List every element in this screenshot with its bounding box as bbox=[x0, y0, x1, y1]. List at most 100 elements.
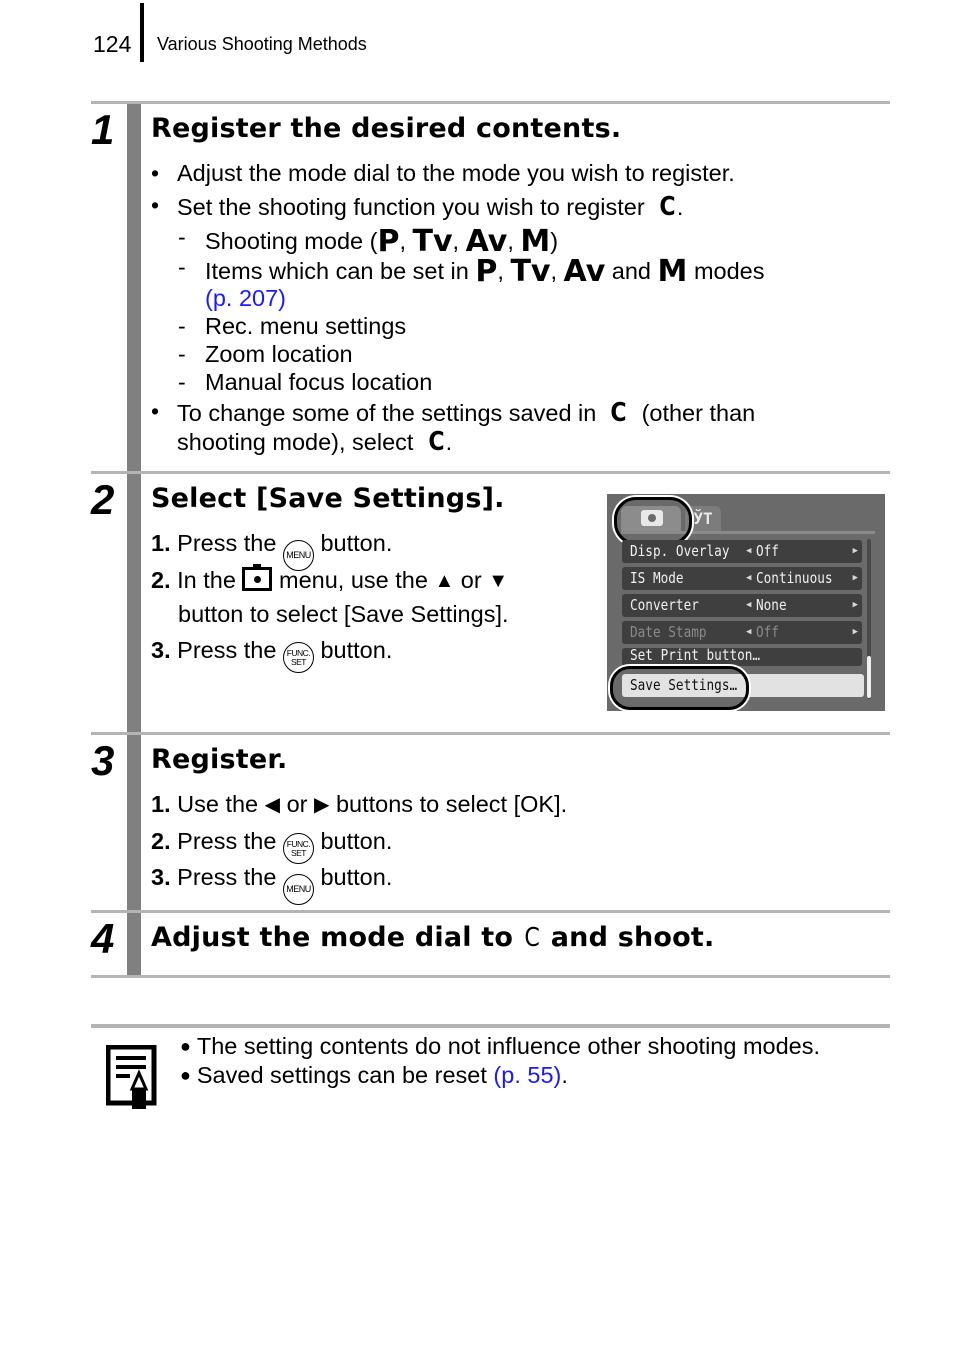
sub-item: Items which can be set in P, Tv, Av and … bbox=[205, 254, 764, 289]
page-number: 124 bbox=[93, 31, 132, 57]
menu-row[interactable]: Date Stamp ◀ Off ▶ bbox=[622, 621, 862, 644]
section-title: Various Shooting Methods bbox=[157, 34, 367, 54]
right-arrow-icon: ▶ bbox=[852, 573, 858, 583]
step-item: 1. Press the MENU button. bbox=[151, 530, 392, 571]
custom-mode-icon: C bbox=[610, 398, 628, 428]
note-item: ● Saved settings can be reset (p. 55). bbox=[180, 1062, 568, 1089]
text: or bbox=[286, 791, 308, 817]
step-number: 2 bbox=[91, 476, 114, 523]
page-link-55[interactable]: (p. 55) bbox=[493, 1062, 561, 1088]
menu-row[interactable]: Set Print button… bbox=[622, 648, 862, 666]
comma: , bbox=[497, 258, 504, 284]
menu-row-label: Set Print button… bbox=[630, 648, 761, 664]
note-divider bbox=[91, 1024, 890, 1028]
scrollbar-thumb[interactable] bbox=[867, 656, 871, 698]
text: and bbox=[611, 258, 652, 284]
text: . bbox=[676, 194, 684, 220]
note-item: ● The setting contents do not influence o… bbox=[180, 1033, 820, 1060]
menu-row[interactable]: Converter ◀ None ▶ bbox=[622, 594, 862, 617]
menu-row-value: Off bbox=[756, 623, 779, 641]
instruction-text: Adjust the mode dial to the mode you wis… bbox=[177, 160, 735, 186]
step-item: 3. Press the FUNC. SET button. bbox=[151, 637, 392, 673]
step-item: 1. Use the ◀ or ▶ buttons to select [OK]… bbox=[151, 791, 567, 818]
page-link-207[interactable]: (p. 207) bbox=[205, 285, 286, 312]
note-text: Saved settings can be reset bbox=[196, 1062, 494, 1088]
instruction-text: shooting mode), select C. bbox=[177, 427, 452, 457]
item-number: 2. bbox=[151, 567, 171, 593]
menu-row-value: None bbox=[756, 596, 787, 614]
header-divider bbox=[140, 3, 144, 62]
dash: - bbox=[178, 369, 186, 395]
text: and shoot. bbox=[550, 922, 715, 953]
text: (other than bbox=[641, 400, 756, 426]
bullet: • bbox=[151, 160, 160, 186]
menu-row-label: IS Mode bbox=[630, 569, 684, 587]
bullet: • bbox=[151, 398, 160, 424]
func-set-button-icon: FUNC. SET bbox=[282, 642, 314, 673]
text: Set the shooting function you wish to re… bbox=[177, 194, 645, 220]
text: menu, use the bbox=[279, 567, 428, 593]
text: To change some of the settings saved in bbox=[177, 400, 597, 426]
menu-row[interactable]: Disp. Overlay ◀ Off ▶ bbox=[622, 540, 862, 563]
text: ) bbox=[550, 228, 559, 254]
instruction-text: Set the shooting function you wish to re… bbox=[177, 192, 683, 222]
tools-icon: ЎТ bbox=[693, 509, 713, 528]
highlight-circle bbox=[614, 497, 692, 545]
step-item: 2. In the menu, use the ▲ or ▼ bbox=[151, 564, 509, 594]
custom-mode-icon: C bbox=[659, 192, 676, 222]
left-arrow-icon: ◀ bbox=[264, 794, 281, 816]
left-arrow-icon: ◀ bbox=[746, 573, 752, 583]
tv-mode-icon: Tv bbox=[510, 254, 551, 289]
step-title: Adjust the mode dial to C and shoot. bbox=[151, 922, 714, 953]
manual-mode-icon: M bbox=[657, 254, 688, 289]
text: Press the bbox=[177, 828, 277, 854]
right-arrow-icon: ▶ bbox=[852, 600, 858, 610]
memo-pencil-icon bbox=[106, 1045, 157, 1109]
comma: , bbox=[399, 228, 406, 254]
menu-row-label: Date Stamp bbox=[630, 623, 707, 641]
text: . bbox=[445, 429, 453, 455]
note-text: The setting contents do not influence ot… bbox=[196, 1033, 821, 1059]
text: In the bbox=[177, 567, 236, 593]
step-item: 3. Press the MENU button. bbox=[151, 864, 392, 905]
menu-row-label: Converter bbox=[630, 596, 699, 614]
left-arrow-icon: ◀ bbox=[746, 627, 752, 637]
bullet: ● bbox=[180, 1036, 191, 1056]
item-number: 2. bbox=[151, 828, 171, 854]
custom-mode-icon: C bbox=[427, 427, 445, 457]
text: buttons to select [OK]. bbox=[335, 791, 568, 817]
text: Shooting mode ( bbox=[205, 228, 378, 254]
up-arrow-icon: ▲ bbox=[434, 570, 455, 592]
step-gutter bbox=[127, 474, 141, 735]
comma: , bbox=[550, 258, 558, 284]
text: Press the bbox=[177, 864, 277, 890]
item-number: 3. bbox=[151, 864, 171, 890]
text: Items which can be set in bbox=[205, 258, 469, 284]
step-number: 1 bbox=[91, 106, 114, 153]
menu-row-label: Disp. Overlay bbox=[630, 542, 730, 560]
text: button. bbox=[320, 530, 393, 556]
step-gutter bbox=[127, 104, 141, 474]
comma: , bbox=[452, 228, 460, 254]
bullet: ● bbox=[180, 1065, 191, 1085]
step-3: 3 Register. 1. Use the ◀ or ▶ buttons to… bbox=[91, 732, 890, 913]
text: modes bbox=[693, 258, 765, 284]
step-title: Select [Save Settings]. bbox=[151, 483, 505, 514]
step-gutter bbox=[127, 735, 141, 913]
text: button. bbox=[320, 828, 393, 854]
step-4: 4 Adjust the mode dial to C and shoot. bbox=[91, 910, 890, 978]
step-gutter bbox=[127, 913, 141, 975]
camera-menu-icon bbox=[242, 564, 273, 591]
func-set-button-icon: FUNC. SET bbox=[282, 833, 314, 864]
step-item-continued: button to select [Save Settings]. bbox=[178, 601, 509, 627]
item-number: 1. bbox=[151, 791, 171, 817]
bullet: • bbox=[151, 192, 160, 218]
dash: - bbox=[178, 224, 186, 250]
menu-row-value: Off bbox=[756, 542, 779, 560]
menu-row[interactable]: IS Mode ◀ Continuous ▶ bbox=[622, 567, 862, 590]
left-arrow-icon: ◀ bbox=[746, 600, 752, 610]
item-number: 1. bbox=[151, 530, 171, 556]
down-arrow-icon: ▼ bbox=[488, 570, 509, 592]
text: Adjust the mode dial to bbox=[151, 922, 514, 953]
dash: - bbox=[178, 341, 186, 367]
